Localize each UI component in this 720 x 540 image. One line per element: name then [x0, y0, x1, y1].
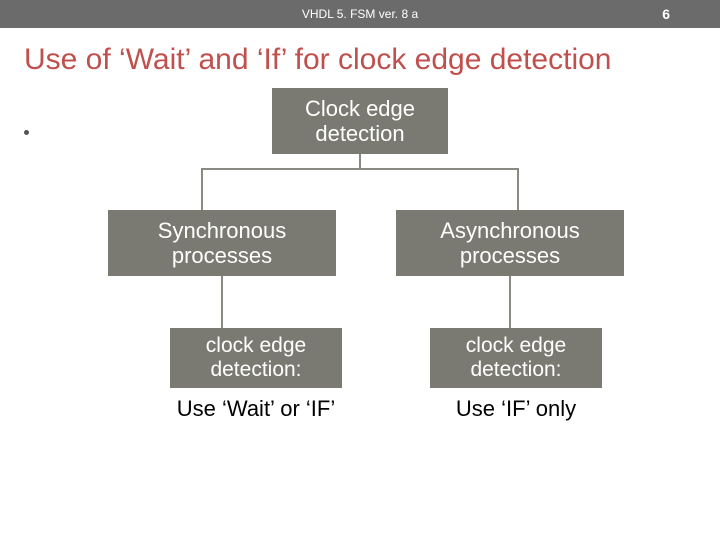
- connector-line: [201, 168, 203, 210]
- caption-right: Use ‘IF’ only: [416, 396, 616, 422]
- caption-left: Use ‘Wait’ or ‘IF’: [156, 396, 356, 422]
- connector-line: [359, 154, 361, 168]
- connector-line: [509, 276, 511, 328]
- slide-title: Use of ‘Wait’ and ‘If’ for clock edge de…: [0, 28, 720, 88]
- header-bar: VHDL 5. FSM ver. 8 a 6: [0, 0, 720, 28]
- node-root: Clock edge detection: [272, 88, 448, 154]
- connector-line: [201, 168, 519, 170]
- page-number: 6: [662, 6, 670, 22]
- connector-line: [221, 276, 223, 328]
- node-asynchronous: Asynchronous processes: [396, 210, 624, 276]
- diagram-container: Clock edge detection Synchronous process…: [0, 88, 720, 488]
- node-detection-right: clock edge detection:: [430, 328, 602, 388]
- node-synchronous: Synchronous processes: [108, 210, 336, 276]
- header-title: VHDL 5. FSM ver. 8 a: [302, 7, 418, 21]
- connector-line: [517, 168, 519, 210]
- node-detection-left: clock edge detection:: [170, 328, 342, 388]
